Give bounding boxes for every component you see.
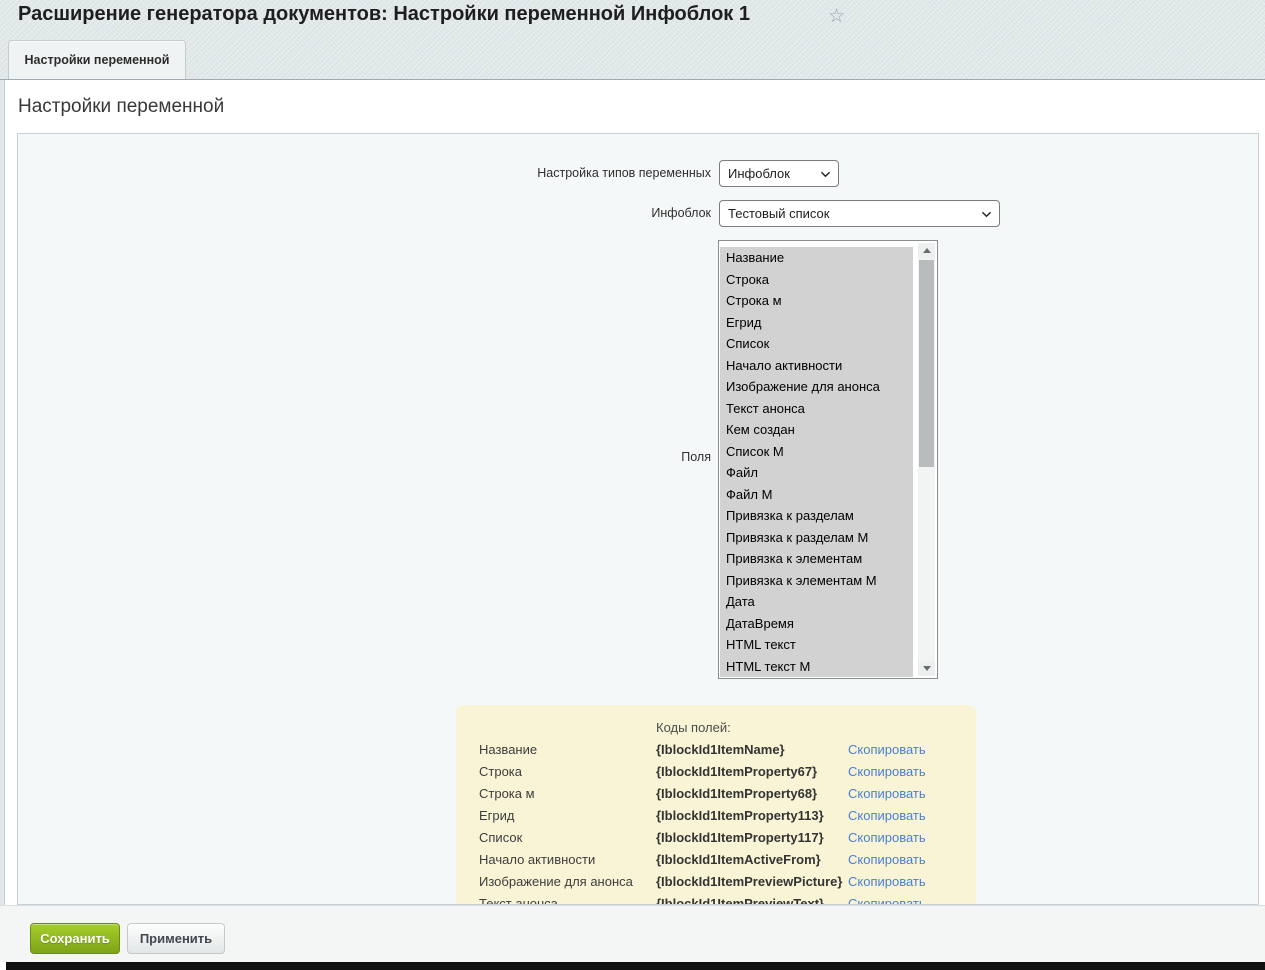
- code-row: Егрид {IblockId1ItemProperty113} Скопиро…: [456, 805, 976, 827]
- variable-type-label: Настройка типов переменных: [18, 166, 711, 180]
- bottom-black-bar: [6, 962, 1265, 970]
- header-band: Расширение генератора документов: Настро…: [0, 0, 1265, 80]
- code-field-name: Текст анонса: [479, 893, 558, 905]
- scrollbar-thumb[interactable]: [919, 260, 934, 467]
- code-field-name: Строка м: [479, 783, 535, 805]
- fields-listbox[interactable]: Название Строка Строка м Егрид Список На…: [718, 240, 938, 679]
- list-item[interactable]: Привязка к элементам: [720, 548, 913, 570]
- tab-label: Настройки переменной: [25, 53, 170, 67]
- list-item[interactable]: Текст анонса: [720, 398, 913, 420]
- apply-button[interactable]: Применить: [127, 923, 225, 954]
- iblock-select[interactable]: Тестовый список: [719, 200, 1000, 227]
- code-value: {IblockId1ItemPreviewPicture}: [656, 871, 842, 893]
- list-item[interactable]: Изображение для анонса: [720, 376, 913, 398]
- code-value: {IblockId1ItemProperty113}: [656, 805, 824, 827]
- favorite-star-icon[interactable]: ☆: [828, 6, 845, 28]
- list-item[interactable]: Файл: [720, 462, 913, 484]
- code-value: {IblockId1ItemPreviewText}: [656, 893, 824, 905]
- code-field-name: Строка: [479, 761, 522, 783]
- save-button[interactable]: Сохранить: [30, 923, 120, 954]
- code-row: Текст анонса {IblockId1ItemPreviewText} …: [456, 893, 976, 905]
- list-item[interactable]: Привязка к разделам М: [720, 527, 913, 549]
- iblock-select-wrap: Тестовый список: [719, 200, 1000, 227]
- copy-link[interactable]: Скопировать: [848, 849, 926, 871]
- list-item[interactable]: Строка м: [720, 290, 913, 312]
- fields-label: Поля: [18, 450, 711, 464]
- codes-header-row: Коды полей:: [456, 717, 976, 739]
- copy-link[interactable]: Скопировать: [848, 761, 926, 783]
- list-item[interactable]: Привязка к разделам: [720, 505, 913, 527]
- code-row: Строка {IblockId1ItemProperty67} Скопиро…: [456, 761, 976, 783]
- footer-bar: Сохранить Применить: [0, 905, 1265, 962]
- list-item[interactable]: Начало активности: [720, 355, 913, 377]
- page: Расширение генератора документов: Настро…: [0, 0, 1265, 970]
- form-content-box: Настройка типов переменных Инфоблок Инфо…: [17, 133, 1259, 905]
- fields-listbox-items: Название Строка Строка м Егрид Список На…: [720, 247, 913, 677]
- code-field-name: Название: [479, 739, 537, 761]
- copy-link[interactable]: Скопировать: [848, 739, 926, 761]
- codes-header: Коды полей:: [656, 717, 731, 739]
- listbox-scrollbar[interactable]: [918, 243, 935, 676]
- code-row: Изображение для анонса {IblockId1ItemPre…: [456, 871, 976, 893]
- list-item[interactable]: Привязка к элементам М: [720, 570, 913, 592]
- list-item[interactable]: Файл М: [720, 484, 913, 506]
- list-item[interactable]: Кем создан: [720, 419, 913, 441]
- tab-variable-settings[interactable]: Настройки переменной: [8, 40, 186, 79]
- copy-link[interactable]: Скопировать: [848, 827, 926, 849]
- scroll-up-icon[interactable]: [918, 243, 935, 258]
- code-value: {IblockId1ItemProperty67}: [656, 761, 817, 783]
- code-value: {IblockId1ItemProperty117}: [656, 827, 824, 849]
- copy-link[interactable]: Скопировать: [848, 783, 926, 805]
- list-item[interactable]: HTML текст М: [720, 656, 913, 678]
- code-field-name: Список: [479, 827, 522, 849]
- copy-link[interactable]: Скопировать: [848, 871, 926, 893]
- left-edge-strip: [0, 80, 5, 905]
- list-item[interactable]: Список: [720, 333, 913, 355]
- code-row: Начало активности {IblockId1ItemActiveFr…: [456, 849, 976, 871]
- code-field-name: Начало активности: [479, 849, 595, 871]
- list-item[interactable]: Егрид: [720, 312, 913, 334]
- code-value: {IblockId1ItemProperty68}: [656, 783, 817, 805]
- list-item[interactable]: Строка: [720, 269, 913, 291]
- code-row: Список {IblockId1ItemProperty117} Скопир…: [456, 827, 976, 849]
- copy-link[interactable]: Скопировать: [848, 805, 926, 827]
- variable-type-select-wrap: Инфоблок: [719, 160, 839, 187]
- field-codes-box: Коды полей: Название {IblockId1ItemName}…: [456, 705, 976, 905]
- code-field-name: Егрид: [479, 805, 515, 827]
- page-title: Расширение генератора документов: Настро…: [18, 3, 750, 26]
- code-row: Строка м {IblockId1ItemProperty68} Скопи…: [456, 783, 976, 805]
- scroll-down-icon[interactable]: [918, 661, 935, 676]
- copy-link[interactable]: Скопировать: [848, 893, 926, 905]
- list-item[interactable]: HTML текст: [720, 634, 913, 656]
- section-heading: Настройки переменной: [18, 96, 224, 118]
- list-item[interactable]: Название: [720, 247, 913, 269]
- list-item[interactable]: ДатаВремя: [720, 613, 913, 635]
- list-item[interactable]: Дата: [720, 591, 913, 613]
- code-field-name: Изображение для анонса: [479, 871, 633, 893]
- code-row: Название {IblockId1ItemName} Скопировать: [456, 739, 976, 761]
- iblock-label: Инфоблок: [18, 206, 711, 220]
- code-value: {IblockId1ItemActiveFrom}: [656, 849, 821, 871]
- code-value: {IblockId1ItemName}: [656, 739, 785, 761]
- list-item[interactable]: Список М: [720, 441, 913, 463]
- variable-type-select[interactable]: Инфоблок: [719, 160, 839, 187]
